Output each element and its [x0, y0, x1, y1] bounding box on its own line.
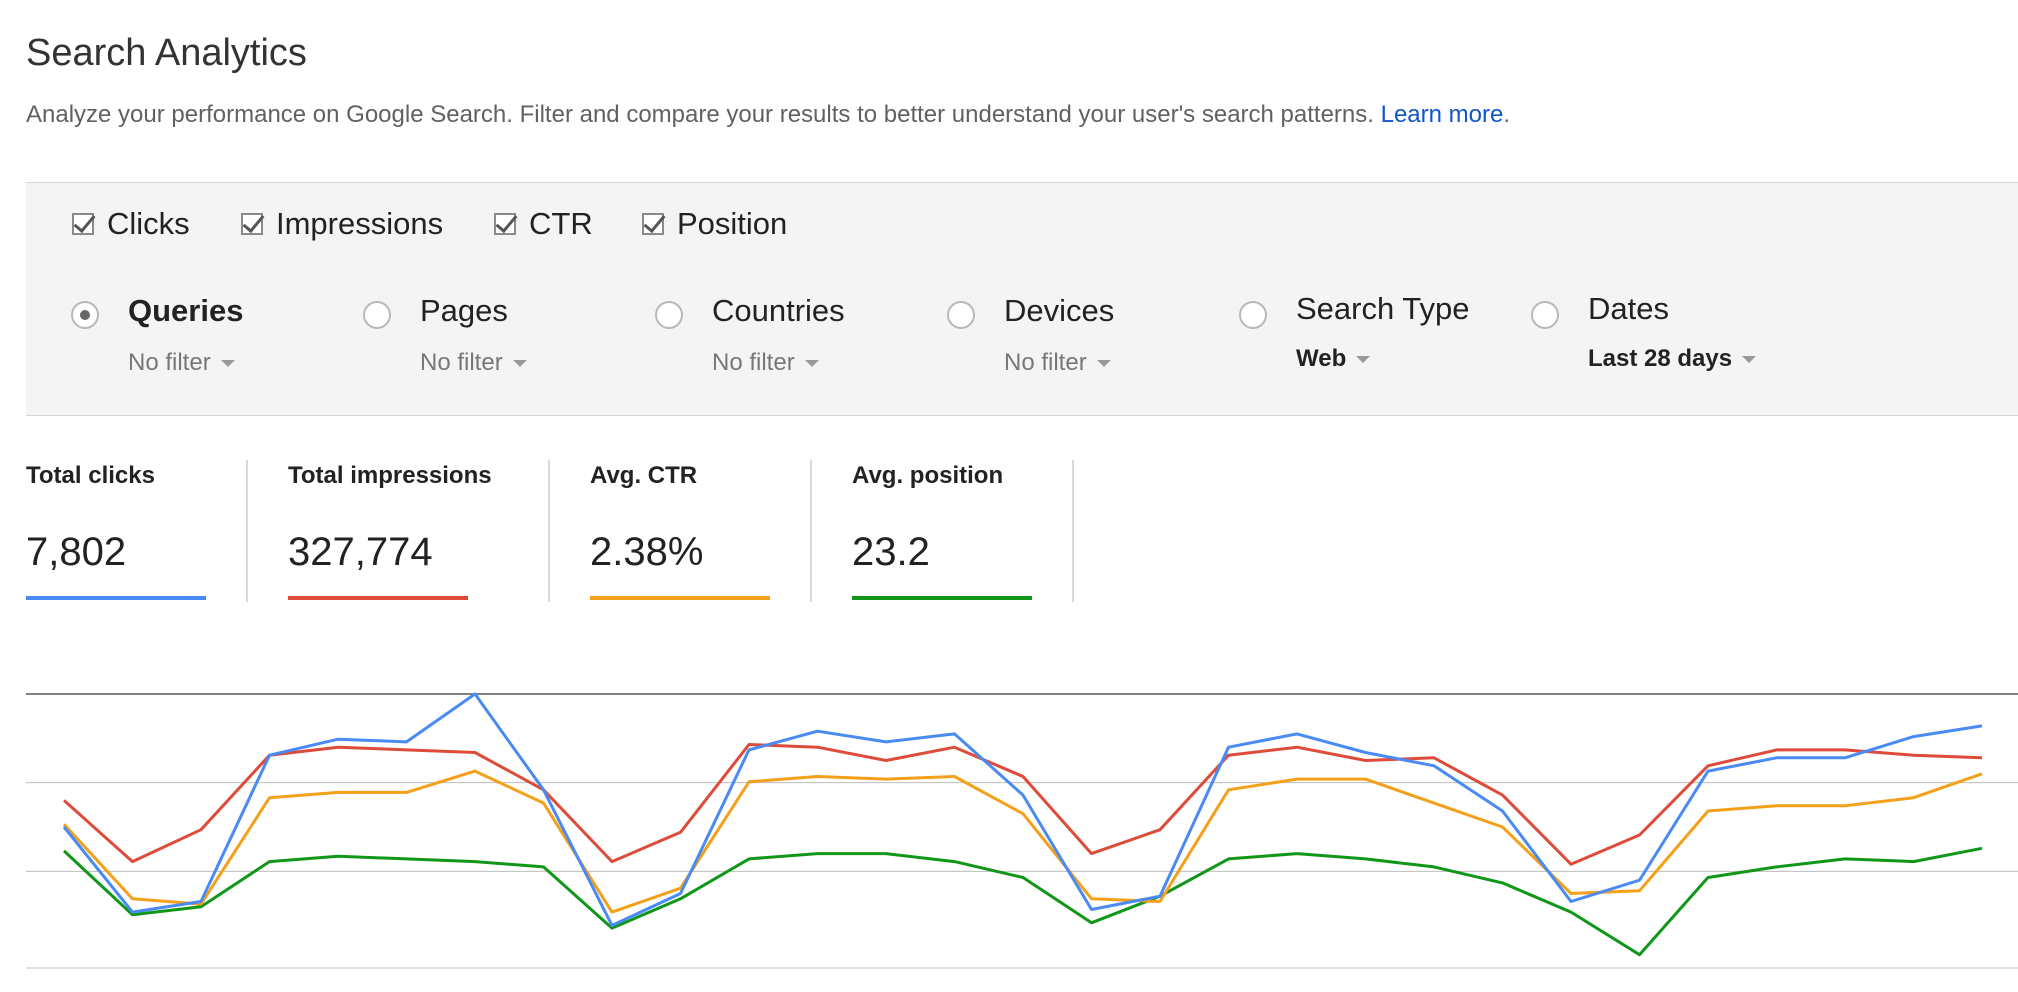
- checkbox-icon[interactable]: [72, 213, 94, 235]
- caret-down-icon: [804, 359, 819, 367]
- impressions-checkbox[interactable]: Impressions: [241, 206, 444, 241]
- dimension-label: Pages: [420, 293, 508, 328]
- total-label: Avg. position: [852, 462, 1004, 489]
- series-color-bar: [288, 596, 468, 600]
- filter-dropdown[interactable]: No filter: [1004, 349, 1111, 377]
- radio-button[interactable]: [363, 301, 391, 329]
- learn-more-link[interactable]: Learn more: [1381, 101, 1504, 128]
- series-line-1: [63, 743, 1983, 866]
- dimension-label: Search Type: [1296, 291, 1470, 326]
- divider: [1072, 460, 1074, 602]
- series-color-bar: [590, 596, 770, 600]
- filter-dropdown[interactable]: No filter: [712, 349, 819, 377]
- checkbox-icon[interactable]: [494, 213, 516, 235]
- caret-down-icon: [1096, 359, 1111, 367]
- divider: [246, 460, 248, 602]
- dimension-panel: Queries No filter Pages No filter Countr…: [26, 263, 2018, 416]
- divider: [548, 460, 550, 602]
- impressions-checkbox-label: Impressions: [276, 206, 444, 241]
- clicks-checkbox-label: Clicks: [107, 206, 190, 241]
- caret-down-icon: [512, 359, 527, 367]
- position-checkbox[interactable]: Position: [642, 206, 788, 241]
- page-description: Analyze your performance on Google Searc…: [26, 101, 1511, 128]
- filter-dropdown[interactable]: No filter: [128, 349, 235, 377]
- total-label: Total clicks: [26, 462, 155, 489]
- radio-button-selected[interactable]: [71, 301, 99, 329]
- total-label: Total impressions: [288, 462, 492, 489]
- total-value: 2.38%: [590, 530, 704, 574]
- page-title: Search Analytics: [26, 32, 307, 74]
- caret-down-icon: [1742, 355, 1757, 363]
- series-color-bar: [26, 596, 206, 600]
- divider: [810, 460, 812, 602]
- series-line-3: [62, 846, 1983, 957]
- total-value: 327,774: [288, 530, 433, 574]
- total-value: 23.2: [852, 530, 930, 574]
- line-chart: [26, 692, 2018, 969]
- dimension-label: Dates: [1588, 291, 1669, 326]
- dimension-label: Countries: [712, 293, 845, 328]
- total-label: Avg. CTR: [590, 462, 698, 489]
- checkbox-icon[interactable]: [642, 213, 664, 235]
- checkbox-icon[interactable]: [241, 213, 263, 235]
- radio-button[interactable]: [947, 301, 975, 329]
- filter-dropdown[interactable]: Last 28 days: [1588, 345, 1757, 373]
- ctr-checkbox[interactable]: CTR: [494, 206, 593, 241]
- radio-button[interactable]: [1239, 301, 1267, 329]
- series-color-bar: [852, 596, 1032, 600]
- metric-toggle-bar: Clicks Impressions CTR Position: [26, 182, 2018, 264]
- filter-dropdown[interactable]: No filter: [420, 349, 527, 377]
- caret-down-icon: [1356, 355, 1371, 363]
- dimension-label: Queries: [128, 293, 244, 328]
- clicks-checkbox[interactable]: Clicks: [72, 206, 190, 241]
- filter-dropdown[interactable]: Web: [1296, 345, 1371, 373]
- radio-button[interactable]: [655, 301, 683, 329]
- dimension-label: Devices: [1004, 293, 1115, 328]
- total-value: 7,802: [26, 530, 127, 574]
- position-checkbox-label: Position: [677, 206, 788, 241]
- caret-down-icon: [220, 359, 235, 367]
- ctr-checkbox-label: CTR: [529, 206, 593, 241]
- radio-button[interactable]: [1531, 301, 1559, 329]
- description-text: Analyze your performance on Google Searc…: [26, 101, 1374, 128]
